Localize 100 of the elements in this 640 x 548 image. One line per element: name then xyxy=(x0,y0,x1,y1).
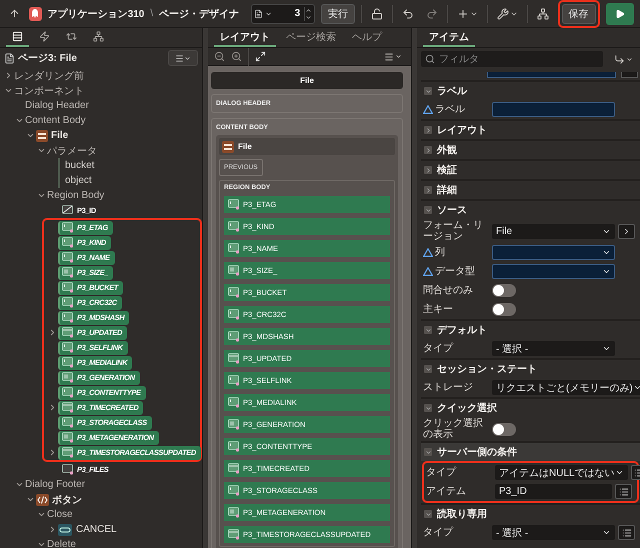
field-label: 問合せのみ xyxy=(423,285,473,296)
list-button[interactable] xyxy=(615,484,632,499)
search-field[interactable]: フィルタ xyxy=(421,51,603,67)
text-field[interactable]: P3_ID xyxy=(495,484,612,499)
chevron-icon[interactable] xyxy=(424,448,432,456)
tab[interactable]: アイテム xyxy=(423,28,475,47)
region-icon xyxy=(36,130,48,142)
field-label: タイプ xyxy=(423,527,453,538)
run-page-button[interactable]: 実行 xyxy=(321,4,356,24)
text-field-icon xyxy=(62,342,74,353)
chevron-icon[interactable] xyxy=(424,146,432,154)
chevron-icon[interactable] xyxy=(424,186,432,194)
chevron-icon[interactable] xyxy=(48,525,57,534)
section-title[interactable]: 検証 xyxy=(437,163,457,177)
tree-node[interactable]: レンダリング前 xyxy=(14,68,84,82)
chevron-icon[interactable] xyxy=(37,510,46,519)
zoom-out-icon[interactable] xyxy=(214,51,225,62)
select-field[interactable] xyxy=(492,245,615,260)
tree-node[interactable]: Dialog Footer xyxy=(25,479,86,490)
chevron-down-icon xyxy=(602,344,611,353)
text-field-icon xyxy=(228,485,240,496)
chevron-down-icon xyxy=(632,383,640,392)
chevron-icon[interactable] xyxy=(37,146,46,155)
tree-node[interactable]: bucket xyxy=(58,158,94,173)
select-field[interactable]: アイテムはNULLではない xyxy=(495,465,628,480)
list-button[interactable] xyxy=(618,525,635,540)
expand-icon[interactable] xyxy=(255,51,266,62)
tab[interactable]: ヘルプ xyxy=(346,28,388,47)
menu-icon xyxy=(175,54,184,62)
field-label: タイプ xyxy=(426,467,456,478)
tree-node[interactable]: Dialog Header xyxy=(25,100,89,111)
tab[interactable]: レイアウト xyxy=(214,28,276,47)
tree-node[interactable]: パラメータ xyxy=(47,144,97,158)
tree-node[interactable]: File xyxy=(51,130,68,141)
tree-node[interactable]: Content Body xyxy=(25,115,86,126)
search-icon xyxy=(425,54,435,64)
chevron-icon[interactable] xyxy=(424,404,432,412)
dialog-title-bar[interactable]: File xyxy=(211,72,403,89)
tree-node[interactable]: Close xyxy=(47,509,73,520)
chevron-icon[interactable] xyxy=(15,480,24,489)
tree-node[interactable]: object xyxy=(58,173,92,188)
chevron-icon[interactable] xyxy=(26,131,35,140)
region-panel[interactable] xyxy=(216,135,398,548)
select-field[interactable]: File xyxy=(492,224,615,238)
chevron-icon[interactable] xyxy=(48,328,57,337)
tree-node[interactable]: ボタン xyxy=(52,492,82,506)
section-title[interactable]: 詳細 xyxy=(437,183,457,197)
chevron-icon[interactable] xyxy=(424,510,432,518)
chevron-icon[interactable] xyxy=(424,166,432,174)
spinner-icon[interactable] xyxy=(304,6,312,20)
field-label: ラベル xyxy=(435,104,465,115)
run-button[interactable] xyxy=(606,2,634,24)
text-field-icon xyxy=(62,222,74,233)
page-selector[interactable]: 3 xyxy=(251,4,316,24)
menu-button[interactable] xyxy=(168,50,198,66)
tree-node[interactable]: Delete xyxy=(47,539,76,548)
section-title[interactable]: 読取り専用 xyxy=(437,507,487,521)
section-title[interactable]: レイアウト xyxy=(437,123,487,137)
text-field-icon xyxy=(228,309,240,320)
date-field-icon xyxy=(228,463,240,474)
play-icon xyxy=(614,8,625,18)
section-title[interactable]: セッション・ステート xyxy=(437,362,537,376)
chevron-icon[interactable] xyxy=(48,448,57,457)
select-field[interactable]: リクエストごと(メモリーのみ) xyxy=(492,380,640,395)
chevron-icon[interactable] xyxy=(4,86,13,95)
chevron-icon[interactable] xyxy=(424,326,432,334)
chevron-icon[interactable] xyxy=(26,495,35,504)
zoom-in-icon[interactable] xyxy=(231,51,242,62)
toggle-switch[interactable] xyxy=(492,284,516,297)
chevron-icon[interactable] xyxy=(37,191,46,200)
chevron-icon[interactable] xyxy=(424,206,432,214)
select-field[interactable]: - 選択 - xyxy=(492,525,615,540)
section-title[interactable]: ラベル xyxy=(437,84,467,98)
field-label: クリック選択の表示 xyxy=(423,418,484,440)
section-title[interactable]: 外観 xyxy=(437,143,457,157)
tree-node[interactable]: コンポーネント xyxy=(14,84,84,98)
section-title[interactable]: デフォルト xyxy=(437,323,487,337)
tree-node[interactable]: ページ3: File xyxy=(18,51,165,65)
chevron-icon[interactable] xyxy=(15,116,24,125)
section-title[interactable]: ソース xyxy=(437,203,467,217)
chevron-icon[interactable] xyxy=(4,71,13,80)
toggle-switch[interactable] xyxy=(492,303,516,316)
chevron-icon[interactable] xyxy=(424,87,432,95)
select-field[interactable] xyxy=(492,264,615,279)
chevron-icon[interactable] xyxy=(424,126,432,134)
chevron-icon[interactable] xyxy=(424,365,432,373)
tab[interactable]: ページ検索 xyxy=(280,28,342,47)
tree-node[interactable]: Region Body xyxy=(47,190,104,201)
text-field[interactable] xyxy=(492,102,615,117)
page-number-field[interactable]: 3 xyxy=(274,7,302,20)
breadcrumb-link[interactable]: アプリケーション310 xyxy=(48,6,144,20)
save-button[interactable]: 保存 xyxy=(562,4,596,24)
section-title[interactable]: クイック選択 xyxy=(437,401,497,415)
toggle-switch[interactable] xyxy=(492,422,516,436)
select-field[interactable] xyxy=(487,72,616,78)
select-field[interactable]: - 選択 - xyxy=(492,341,615,356)
chevron-icon[interactable] xyxy=(48,403,57,412)
text-field-icon xyxy=(228,243,240,254)
chevron-icon[interactable] xyxy=(37,540,46,548)
tree-node[interactable]: CANCEL xyxy=(76,524,117,535)
